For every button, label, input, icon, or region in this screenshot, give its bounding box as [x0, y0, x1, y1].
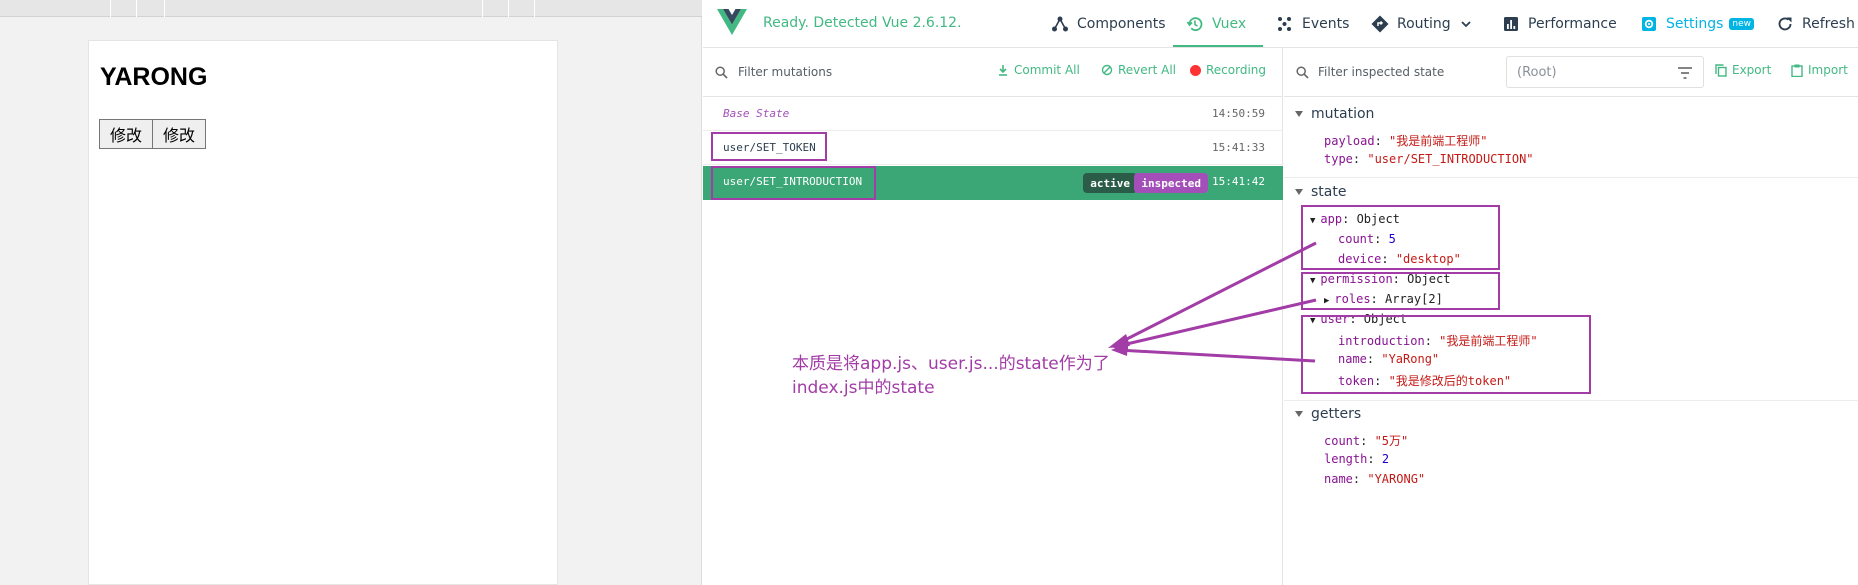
annotation-text: 本质是将app.js、user.js...的state作为了 index.js中…	[792, 352, 1152, 400]
annotation-line-2: index.js中的state	[792, 378, 935, 398]
annotation-line-1: 本质是将app.js、user.js...的state作为了	[792, 354, 1110, 374]
annotation-arrows	[1108, 241, 1317, 363]
